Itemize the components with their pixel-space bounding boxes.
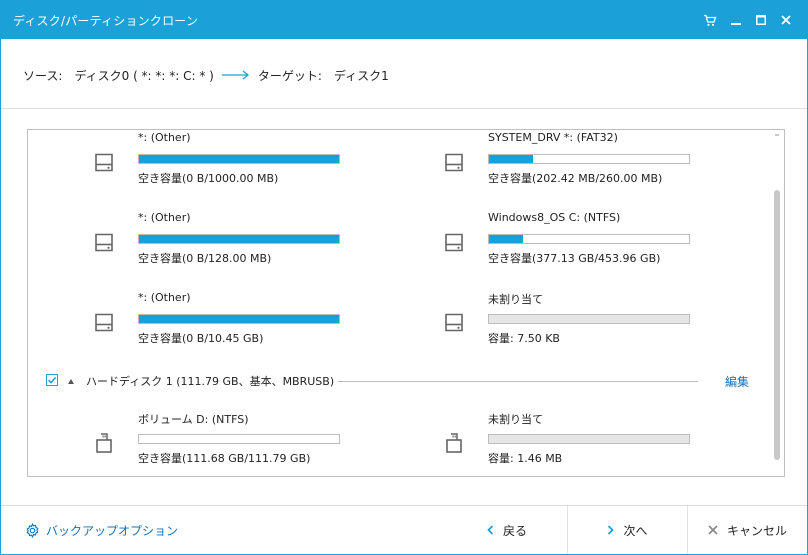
hard-disk-icon [442,151,466,177]
backup-options-label: バックアップオプション [46,524,179,538]
collapse-triangle-icon[interactable] [68,379,74,384]
usage-fill [139,235,339,243]
usb-drive-icon [92,431,116,457]
close-icon[interactable] [775,9,797,31]
partition-name: *: (Other) [138,211,191,224]
usage-bar [138,154,340,164]
partition-item[interactable]: Windows8_OS C: (NTFS) 空き容量(377.13 GB/453… [442,211,732,271]
partition-item[interactable]: *: (Other) 空き容量(0 B/1000.00 MB) [92,131,382,191]
partition-item[interactable]: *: (Other) 空き容量(0 B/128.00 MB) [92,211,382,271]
partition-capacity: 空き容量(0 B/10.45 GB) [138,332,264,345]
hard-disk-icon [442,231,466,257]
source-value: ディスク0 ( *: *: *: C: * ) [74,68,214,83]
usage-bar [488,234,690,244]
usage-bar [138,434,340,444]
partition-capacity: 空き容量(111.68 GB/111.79 GB) [138,452,311,465]
partition-capacity: 空き容量(202.42 MB/260.00 MB) [488,172,663,185]
target-value: ディスク1 [333,68,389,83]
partition-capacity: 空き容量(0 B/1000.00 MB) [138,172,279,185]
usage-fill [139,315,339,323]
clone-window: ディスク/パーティションクローン ソース: ディスク0 ( *: *: *: C… [0,0,808,555]
disk-list-panel: *: (Other) 空き容量(0 B/1000.00 MB) SYSTEM_D… [27,129,785,477]
partition-name: ボリューム D: (NTFS) [138,413,249,426]
usage-fill [139,155,339,163]
partition-name: SYSTEM_DRV *: (FAT32) [488,131,618,144]
hard-disk-icon [92,231,116,257]
partition-item[interactable]: SYSTEM_DRV *: (FAT32) 空き容量(202.42 MB/260… [442,131,732,191]
scrollbar-thumb[interactable] [774,190,780,460]
hard-disk-icon [92,311,116,337]
edit-link[interactable]: 編集 [725,373,749,390]
partition-name: 未割り当て [488,413,543,426]
usage-bar [488,314,690,324]
partition-capacity: 空き容量(0 B/128.00 MB) [138,252,272,265]
usage-bar [488,154,690,164]
gear-icon [26,523,39,538]
arrow-right-icon [221,69,250,81]
disk1-header: ハードディスク 1 (111.79 GB、基本、MBRUSB) 編集 [46,373,766,391]
partition-name: *: (Other) [138,291,191,304]
partition-name: 未割り当て [488,293,543,306]
close-x-icon [708,525,718,535]
usage-fill [489,155,533,163]
back-label: 戻る [502,523,527,538]
usage-bar [488,434,690,444]
target-label: ターゲット: [257,68,322,83]
scroll-up-arrow-icon[interactable] [775,134,779,136]
window-title: ディスク/パーティションクローン [13,14,199,28]
partition-capacity: 容量: 1.46 MB [488,452,563,465]
cart-icon[interactable] [699,9,721,31]
maximize-icon[interactable] [750,9,772,31]
scrollbar[interactable] [770,130,784,476]
hard-disk-icon [442,311,466,337]
usage-bar [138,234,340,244]
next-label: 次へ [623,523,648,538]
chevron-right-icon [608,525,615,535]
minimize-icon[interactable] [725,9,747,31]
hard-disk-icon [92,151,116,177]
footer: バックアップオプション 戻る 次へ キャンセル [1,506,807,554]
partition-item[interactable]: 未割り当て 容量: 1.46 MB [442,411,732,471]
usb-drive-icon [442,431,466,457]
disk1-checkbox[interactable] [46,374,58,386]
next-button[interactable]: 次へ [568,506,687,554]
cancel-button[interactable]: キャンセル [688,506,807,554]
source-target-row: ソース: ディスク0 ( *: *: *: C: * ) ターゲット: ディスク… [23,67,389,83]
usage-fill [489,235,523,243]
partition-name: *: (Other) [138,131,191,144]
backup-options-link[interactable]: バックアップオプション [25,522,178,539]
partition-capacity: 空き容量(377.13 GB/453.96 GB) [488,252,661,265]
partition-item[interactable]: *: (Other) 空き容量(0 B/10.45 GB) [92,291,382,351]
partition-item[interactable]: ボリューム D: (NTFS) 空き容量(111.68 GB/111.79 GB… [92,411,382,471]
usage-bar [138,314,340,324]
partition-capacity: 容量: 7.50 KB [488,332,560,345]
back-button[interactable]: 戻る [447,506,567,554]
header-divider [1,108,807,109]
title-bar: ディスク/パーティションクローン [1,1,807,39]
partition-name: Windows8_OS C: (NTFS) [488,211,621,224]
partition-item[interactable]: 未割り当て 容量: 7.50 KB [442,291,732,351]
disk1-label: ハードディスク 1 (111.79 GB、基本、MBRUSB) [86,375,335,388]
disk1-separator [338,381,698,382]
source-label: ソース: [23,68,63,83]
chevron-left-icon [487,525,494,535]
cancel-label: キャンセル [726,523,787,538]
